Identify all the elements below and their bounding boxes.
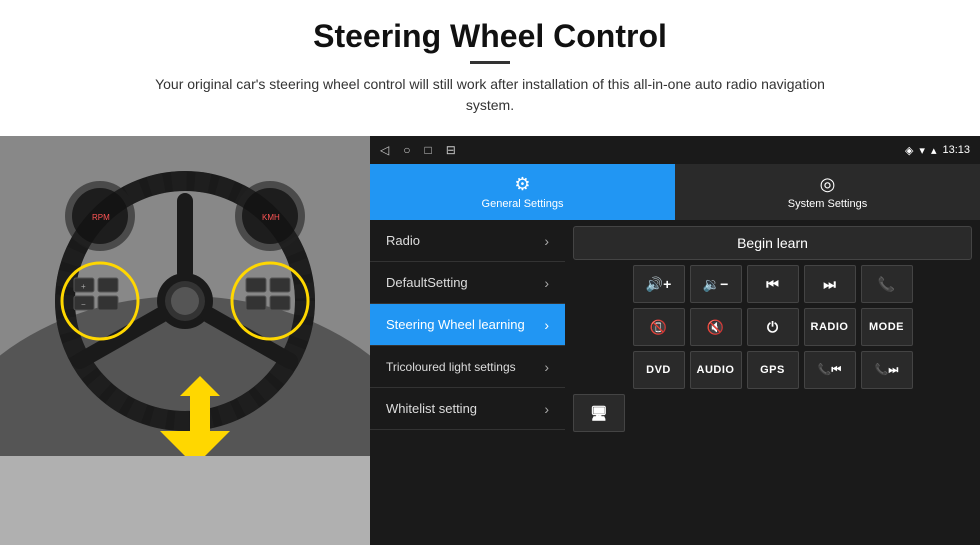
mode-label: MODE: [869, 321, 904, 333]
signal-icon: ▴: [931, 144, 937, 157]
tab-system[interactable]: ◎ System Settings: [675, 164, 980, 220]
next-track-button[interactable]: ⏭: [804, 265, 856, 303]
status-bar-right: ◈ ▾ ▴ 13:13: [905, 144, 970, 157]
recents-nav-icon[interactable]: □: [424, 143, 431, 157]
tab-system-label: System Settings: [788, 198, 867, 210]
chevron-icon-default: ›: [544, 275, 549, 291]
gps-label: GPS: [760, 364, 785, 376]
location-icon: ◈: [905, 144, 913, 157]
mute-button[interactable]: 🔇: [690, 308, 742, 346]
prev-track-button[interactable]: ⏮: [747, 265, 799, 303]
begin-learn-row: Begin learn: [573, 226, 972, 260]
phone-button[interactable]: 📞: [861, 265, 913, 303]
controls-panel: Begin learn 🔊+ 🔉− ⏮: [565, 220, 980, 545]
main-content: Radio › DefaultSetting › Steering Wheel …: [370, 220, 980, 545]
menu-item-radio[interactable]: Radio ›: [370, 220, 565, 262]
screen-icon: 🖥: [590, 405, 608, 422]
controls-row-4: 🖥: [573, 394, 972, 432]
menu-item-tricoloured[interactable]: Tricoloured light settings ›: [370, 346, 565, 388]
chevron-icon-steering: ›: [544, 317, 549, 333]
back-nav-icon[interactable]: ◁: [380, 143, 389, 157]
vol-down-button[interactable]: 🔉−: [690, 265, 742, 303]
chevron-icon-radio: ›: [544, 233, 549, 249]
vol-up-button[interactable]: 🔊+: [633, 265, 685, 303]
menu-item-tricoloured-label: Tricoloured light settings: [386, 360, 516, 374]
power-icon: ⏻: [767, 319, 778, 336]
tab-bar: ⚙ General Settings ◎ System Settings: [370, 164, 980, 220]
menu-item-steering-label: Steering Wheel learning: [386, 317, 525, 332]
svg-text:−: −: [81, 300, 86, 309]
settings-panel: Radio › DefaultSetting › Steering Wheel …: [370, 220, 565, 545]
menu-item-radio-label: Radio: [386, 233, 420, 248]
svg-text:RPM: RPM: [92, 213, 110, 222]
phone-icon: 📞: [878, 276, 895, 293]
radio-label: RADIO: [811, 321, 849, 333]
general-settings-icon: ⚙: [514, 174, 530, 195]
wifi-icon: ▾: [919, 144, 925, 157]
svg-text:KMH: KMH: [262, 213, 280, 222]
menu-nav-icon[interactable]: ⊟: [446, 143, 456, 157]
call-end-button[interactable]: 📵: [633, 308, 685, 346]
call-end-icon: 📵: [650, 319, 667, 336]
tel-next-icon: 📞⏭: [875, 363, 899, 377]
steering-wheel-area: + − RPM KMH: [0, 136, 370, 545]
mode-button[interactable]: MODE: [861, 308, 913, 346]
system-settings-icon: ◎: [820, 174, 836, 195]
chevron-icon-tricoloured: ›: [544, 359, 549, 375]
device-panel: ◁ ○ □ ⊟ ◈ ▾ ▴ 13:13 ⚙ General Settings: [370, 136, 980, 545]
gps-button[interactable]: GPS: [747, 351, 799, 389]
menu-item-steering[interactable]: Steering Wheel learning ›: [370, 304, 565, 346]
tel-next-button[interactable]: 📞⏭: [861, 351, 913, 389]
content-row: + − RPM KMH: [0, 136, 980, 545]
page-title: Steering Wheel Control: [60, 18, 920, 55]
vol-down-icon: 🔉−: [703, 276, 729, 293]
audio-button[interactable]: AUDIO: [690, 351, 742, 389]
next-track-icon: ⏭: [823, 276, 836, 293]
svg-text:+: +: [81, 282, 86, 291]
title-divider: [470, 61, 510, 64]
menu-item-default-label: DefaultSetting: [386, 275, 468, 290]
menu-item-whitelist[interactable]: Whitelist setting ›: [370, 388, 565, 430]
menu-item-default[interactable]: DefaultSetting ›: [370, 262, 565, 304]
subtitle: Your original car's steering wheel contr…: [140, 74, 840, 116]
header-section: Steering Wheel Control Your original car…: [0, 0, 980, 126]
dvd-button[interactable]: DVD: [633, 351, 685, 389]
vol-up-icon: 🔊+: [646, 276, 672, 293]
status-bar: ◁ ○ □ ⊟ ◈ ▾ ▴ 13:13: [370, 136, 980, 164]
tab-general-label: General Settings: [482, 198, 564, 210]
page-container: Steering Wheel Control Your original car…: [0, 0, 980, 545]
status-time: 13:13: [942, 144, 970, 156]
tel-prev-button[interactable]: 📞⏮: [804, 351, 856, 389]
mute-icon: 🔇: [707, 319, 724, 336]
steering-wheel-svg: + − RPM KMH: [0, 136, 370, 456]
controls-row-1: 🔊+ 🔉− ⏮ ⏭ 📞: [573, 265, 972, 303]
home-nav-icon[interactable]: ○: [403, 143, 410, 157]
tab-general[interactable]: ⚙ General Settings: [370, 164, 675, 220]
menu-item-whitelist-label: Whitelist setting: [386, 401, 477, 416]
radio-button[interactable]: RADIO: [804, 308, 856, 346]
status-bar-left: ◁ ○ □ ⊟: [380, 143, 456, 157]
power-button[interactable]: ⏻: [747, 308, 799, 346]
controls-row-2: 📵 🔇 ⏻ RADIO MODE: [573, 308, 972, 346]
tel-prev-icon: 📞⏮: [818, 363, 842, 377]
prev-track-icon: ⏮: [766, 276, 779, 293]
controls-row-3: DVD AUDIO GPS 📞⏮ 📞⏭: [573, 351, 972, 389]
screen-button[interactable]: 🖥: [573, 394, 625, 432]
dvd-label: DVD: [646, 364, 671, 376]
chevron-icon-whitelist: ›: [544, 401, 549, 417]
audio-label: AUDIO: [697, 364, 735, 376]
begin-learn-button[interactable]: Begin learn: [573, 226, 972, 260]
